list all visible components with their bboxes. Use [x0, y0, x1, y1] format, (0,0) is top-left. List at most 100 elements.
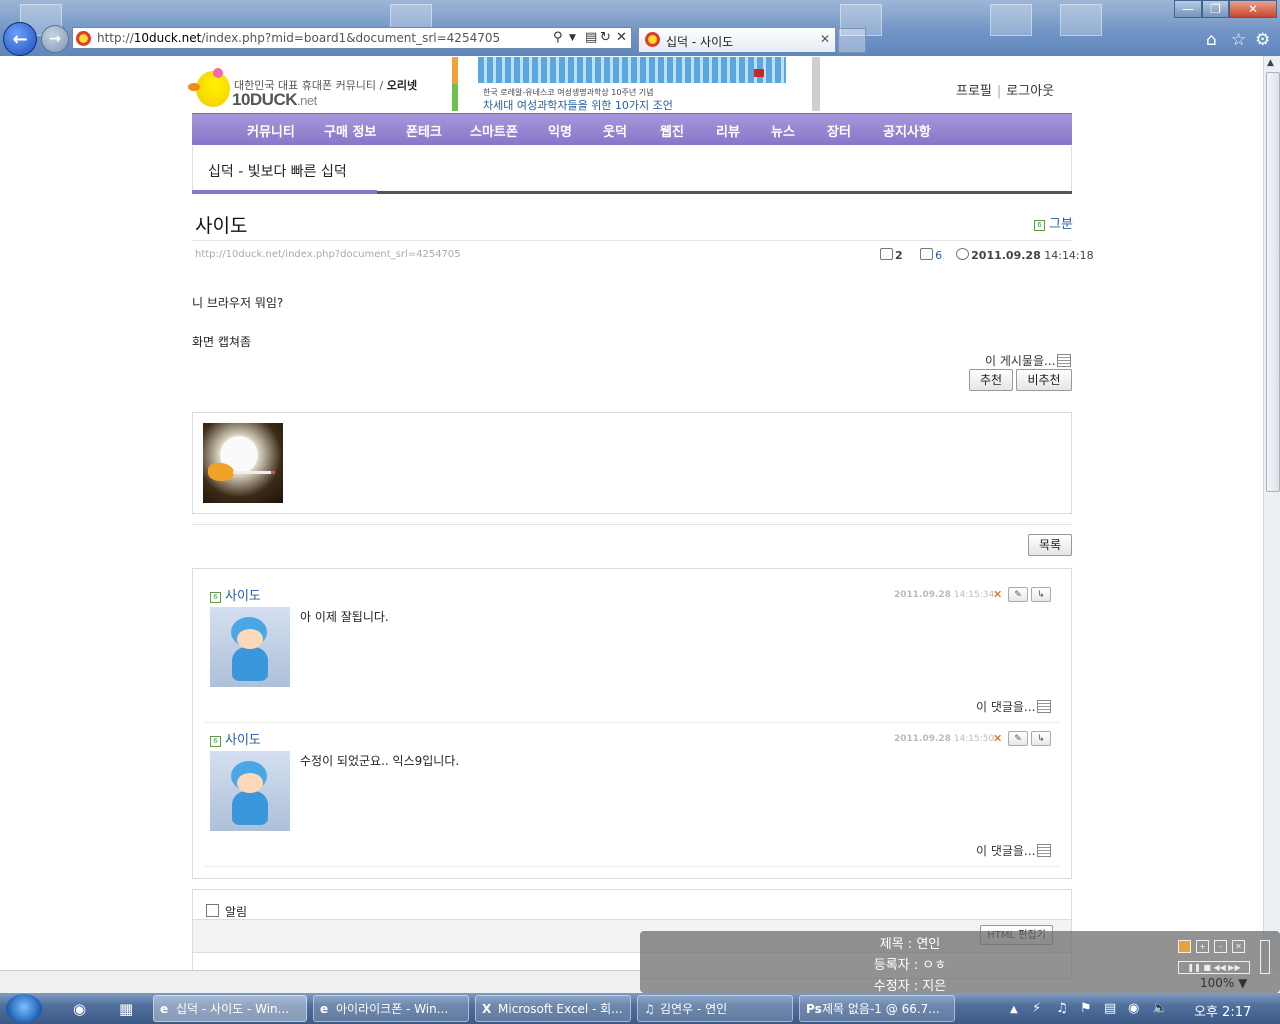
- not-recommend-button[interactable]: 비추천: [1016, 369, 1072, 391]
- media-player-overlay[interactable]: 제목 : 연인 등록자 : ㅇㅎ 수정자 : 지은 + – ✕ ❚❚ ■ ◀◀ …: [640, 931, 1280, 994]
- close-icon[interactable]: ✕: [1232, 940, 1245, 953]
- clock-icon: [956, 248, 970, 260]
- profile-link[interactable]: 프로필: [956, 84, 992, 99]
- nav-item-community[interactable]: 커뮤니티: [247, 121, 295, 140]
- nav-item-phonetech[interactable]: 폰테크: [406, 121, 442, 140]
- network-icon[interactable]: ▤: [1104, 1001, 1116, 1016]
- minimize-icon[interactable]: –: [1214, 940, 1227, 953]
- comment-author[interactable]: 6 사이도: [210, 585, 261, 604]
- board-title[interactable]: 십덕 - 빛보다 빠른 십덕: [208, 161, 347, 181]
- home-icon[interactable]: ⌂: [1206, 30, 1217, 50]
- dropdown-arrow-icon[interactable]: ▼: [569, 33, 576, 43]
- taskbar-item[interactable]: e 십덕 - 사이도 - Win...: [153, 995, 307, 1022]
- reply-comment-icon[interactable]: ↳: [1031, 731, 1051, 746]
- minimize-button[interactable]: —: [1174, 0, 1202, 18]
- nav-item-webzine[interactable]: 웹진: [660, 121, 684, 140]
- level-icon: 6: [210, 736, 221, 747]
- comment-actions-link[interactable]: 이 댓글을...: [976, 698, 1052, 715]
- favorites-star-icon[interactable]: ☆: [1231, 30, 1246, 50]
- site-logo-text[interactable]: 10DUCK.net: [232, 90, 317, 110]
- comment-author[interactable]: 6 사이도: [210, 729, 261, 748]
- new-tab-button[interactable]: [838, 28, 866, 53]
- taskbar-item[interactable]: Ps제목 없음-1 @ 66.7...: [799, 995, 955, 1022]
- scroll-up-icon[interactable]: ▲: [1267, 58, 1274, 68]
- document-author[interactable]: 6 그분: [1034, 213, 1073, 232]
- arrow-left-icon: ←: [12, 28, 28, 50]
- scroll-handle-icon[interactable]: [1260, 940, 1270, 974]
- edit-comment-icon[interactable]: ✎: [1008, 731, 1028, 746]
- tools-gear-icon[interactable]: ⚙: [1255, 30, 1270, 50]
- edit-comment-icon[interactable]: ✎: [1008, 587, 1028, 602]
- close-tab-icon[interactable]: ✕: [820, 32, 830, 46]
- tray-app-icon[interactable]: ⚡: [1032, 1001, 1041, 1016]
- delete-comment-icon[interactable]: ✕: [993, 732, 1002, 745]
- taskbar-item[interactable]: X Microsoft Excel - 회...: [475, 995, 631, 1022]
- active-tab-indicator: [192, 190, 377, 194]
- nav-item-smartphone[interactable]: 스마트폰: [470, 121, 518, 140]
- vertical-scrollbar[interactable]: ▲: [1263, 56, 1280, 970]
- flower-icon: [213, 68, 223, 78]
- move-icon[interactable]: +: [1196, 940, 1209, 953]
- document-title[interactable]: 사이도: [195, 211, 247, 238]
- delete-comment-icon[interactable]: ✕: [993, 588, 1002, 601]
- nav-item-market[interactable]: 장터: [827, 121, 851, 140]
- comment-text: 수정이 되었군요.. 익스9입니다.: [300, 754, 460, 768]
- duck-logo-icon[interactable]: [188, 71, 230, 107]
- nav-item-news[interactable]: 뉴스: [771, 121, 795, 140]
- folder-icon[interactable]: ▦: [119, 1000, 133, 1018]
- taskbar-item[interactable]: e 아이라이크폰 - Win...: [313, 995, 469, 1022]
- address-url[interactable]: http://10duck.net/index.php?mid=board1&d…: [97, 31, 500, 45]
- logout-link[interactable]: 로그아웃: [1006, 84, 1054, 99]
- ie-icon: e: [320, 1002, 329, 1016]
- recommend-button[interactable]: 추천: [969, 369, 1013, 391]
- comment-actions-link[interactable]: 이 댓글을...: [976, 842, 1052, 859]
- banner-headline[interactable]: 차세대 여성과학자들을 위한 10가지 조언: [483, 97, 673, 113]
- clock[interactable]: 오후 2:17: [1194, 1001, 1251, 1020]
- volume-icon[interactable]: 🔈: [1152, 1001, 1168, 1016]
- tray-expand-icon[interactable]: ▲: [1010, 1004, 1018, 1015]
- arrow-right-icon: →: [49, 31, 61, 47]
- site-favicon-icon: [645, 32, 660, 47]
- comment-text: 아 이제 잘됩니다.: [300, 610, 389, 624]
- nav-item-anonymous[interactable]: 익명: [548, 121, 572, 140]
- flag-icon[interactable]: ⚑: [1080, 1001, 1092, 1016]
- taskbar-item[interactable]: ♫ 김연우 - 연인: [637, 995, 793, 1022]
- document-body-line: 니 브라우저 뭐임?: [192, 296, 284, 310]
- banner-accent: [754, 69, 764, 77]
- user-links: 프로필 | 로그아웃: [956, 84, 1055, 99]
- address-bar[interactable]: http://10duck.net/index.php?mid=board1&d…: [72, 27, 632, 49]
- compatibility-view-icon[interactable]: ▤: [585, 30, 597, 45]
- playback-controls[interactable]: ❚❚ ■ ◀◀ ▶▶: [1178, 961, 1250, 974]
- nav-item-humor[interactable]: 웃덕: [603, 121, 627, 140]
- document-actions-link[interactable]: 이 게시물을...: [985, 352, 1072, 369]
- browser-tab[interactable]: 십덕 - 사이도 ✕: [638, 27, 836, 52]
- divider: [192, 240, 1072, 241]
- refresh-icon[interactable]: ↻: [600, 30, 611, 45]
- restore-button[interactable]: ❐: [1202, 0, 1229, 18]
- stop-icon[interactable]: ✕: [616, 30, 627, 45]
- ad-banner[interactable]: [478, 57, 786, 83]
- tray-music-icon[interactable]: ♫: [1056, 1001, 1068, 1016]
- lyrics-icon[interactable]: [1178, 940, 1191, 953]
- notify-checkbox[interactable]: [206, 904, 219, 917]
- zoom-level[interactable]: 100% ▼: [1200, 976, 1247, 990]
- search-icon[interactable]: ⚲: [553, 30, 563, 45]
- signature-duck-image: [203, 423, 283, 503]
- document-permalink[interactable]: http://10duck.net/index.php?document_srl…: [195, 249, 461, 260]
- comment-avatar: [210, 751, 290, 831]
- tray-app-icon[interactable]: ◉: [1128, 1001, 1139, 1016]
- media-player-icon[interactable]: ◉: [73, 1000, 86, 1018]
- start-button[interactable]: [6, 994, 42, 1023]
- forward-button[interactable]: →: [41, 25, 69, 53]
- notify-option[interactable]: 알림: [206, 903, 247, 920]
- close-window-button[interactable]: ✕: [1229, 0, 1277, 18]
- list-button[interactable]: 목록: [1028, 534, 1072, 556]
- excel-icon: X: [482, 1002, 492, 1016]
- nav-item-purchase[interactable]: 구매 정보: [324, 121, 376, 140]
- back-button[interactable]: ←: [3, 22, 37, 56]
- reply-comment-icon[interactable]: ↳: [1031, 587, 1051, 602]
- nav-item-review[interactable]: 리뷰: [716, 121, 740, 140]
- nav-item-notice[interactable]: 공지사항: [883, 121, 931, 140]
- scrollbar-thumb[interactable]: [1266, 72, 1280, 492]
- main-nav: 커뮤니티 구매 정보 폰테크 스마트폰 익명 웃덕 웹진 리뷰 뉴스 장터 공지…: [192, 113, 1072, 145]
